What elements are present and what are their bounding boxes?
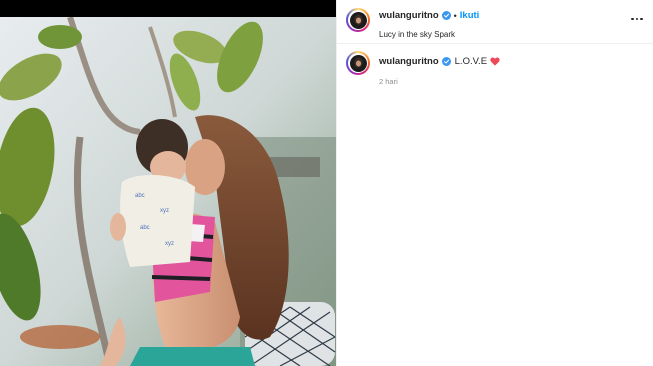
red-heart-icon [490,57,500,66]
post-photo[interactable]: abc xyz abc xyz [0,17,336,366]
avatar-photo [349,11,367,29]
post-location[interactable]: Lucy in the sky Spark [379,30,455,39]
post-side-panel: wulanguritno • Ikuti Lucy in the sky Spa… [336,0,653,366]
verified-badge-icon [441,11,451,20]
svg-text:xyz: xyz [160,208,169,214]
header-title-row: wulanguritno • Ikuti [379,10,479,21]
svg-text:xyz: xyz [165,241,174,247]
svg-text:abc: abc [135,193,145,199]
post-header: wulanguritno • Ikuti Lucy in the sky Spa… [337,0,653,44]
verified-badge-icon [441,57,451,66]
caption-author-avatar[interactable] [346,51,370,75]
author-avatar[interactable] [346,8,370,32]
svg-text:abc: abc [140,225,150,231]
more-options-icon[interactable] [627,12,647,26]
caption-username[interactable]: wulanguritno [379,56,439,67]
post-photo-pane[interactable]: abc xyz abc xyz [0,0,336,366]
avatar-photo [349,54,367,72]
author-username[interactable]: wulanguritno [379,10,439,21]
header-separator: • [453,10,457,21]
photo-top-bar [0,0,336,17]
caption-timestamp[interactable]: 2 hari [379,77,398,86]
follow-button[interactable]: Ikuti [460,10,480,21]
caption-text: L.O.V.E [454,56,488,67]
